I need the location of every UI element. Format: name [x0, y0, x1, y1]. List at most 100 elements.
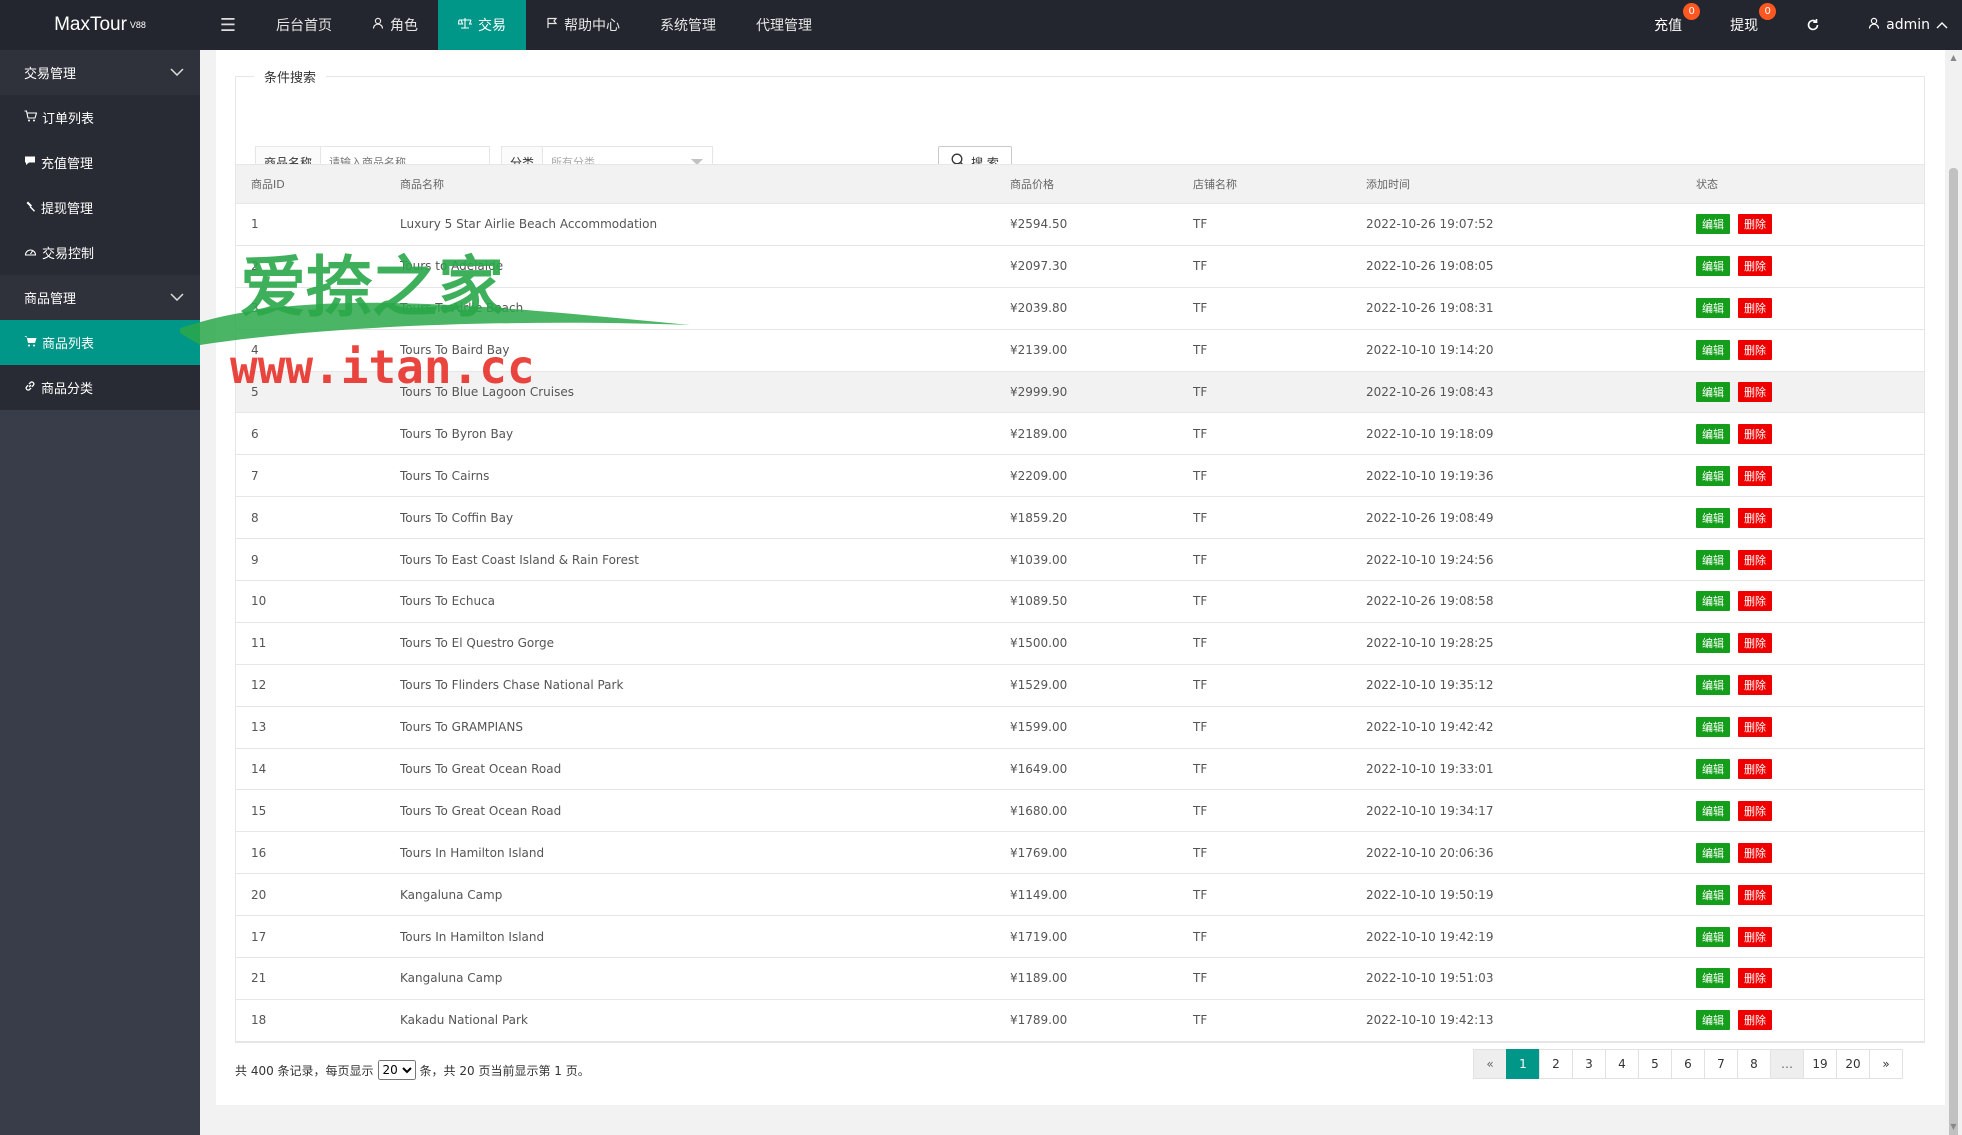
delete-button[interactable]: 删除 [1738, 717, 1772, 738]
cell-id: 12 [251, 678, 267, 693]
edit-button[interactable]: 编辑 [1696, 1010, 1730, 1031]
app-logo[interactable]: MaxTour V88 [0, 0, 200, 50]
nav-role[interactable]: 角色 [352, 0, 438, 50]
hammer-icon [24, 200, 36, 216]
delete-button[interactable]: 删除 [1738, 633, 1772, 654]
pagination-prefix: 共 400 条记录，每页显示 [235, 1063, 374, 1078]
scroll-thumb[interactable] [1949, 168, 1958, 1135]
page-button[interactable]: 20 [1836, 1049, 1870, 1079]
edit-button[interactable]: 编辑 [1696, 800, 1730, 821]
user-menu[interactable]: admin [1844, 0, 1962, 50]
nav-help[interactable]: 帮助中心 [526, 0, 640, 50]
delete-button[interactable]: 删除 [1738, 549, 1772, 570]
page-scrollbar[interactable]: ▲ ▼ [1945, 50, 1962, 1135]
sidebar-item-control[interactable]: 交易控制 [0, 230, 200, 275]
menu-toggle-icon[interactable]: ☰ [200, 0, 256, 50]
page-button[interactable]: 2 [1539, 1049, 1573, 1079]
delete-button[interactable]: 删除 [1738, 214, 1772, 235]
edit-button[interactable]: 编辑 [1696, 675, 1730, 696]
delete-button[interactable]: 删除 [1738, 759, 1772, 780]
refresh-icon[interactable] [1782, 0, 1844, 50]
cell-actions: 编辑 删除 [1681, 790, 1924, 831]
page-button[interactable]: 8 [1737, 1049, 1771, 1079]
edit-button[interactable]: 编辑 [1696, 717, 1730, 738]
sidebar-group-trade[interactable]: 交易管理 [0, 50, 200, 95]
edit-button[interactable]: 编辑 [1696, 759, 1730, 780]
edit-button[interactable]: 编辑 [1696, 340, 1730, 361]
edit-button[interactable]: 编辑 [1696, 968, 1730, 989]
nav-system[interactable]: 系统管理 [640, 0, 736, 50]
cell-time: 2022-10-10 19:42:19 [1366, 929, 1494, 944]
nav-trade[interactable]: 交易 [438, 0, 526, 50]
cell-actions: 编辑 删除 [1681, 204, 1924, 245]
goods-table: 商品ID 商品名称 商品价格 店铺名称 添加时间 状态 1 Luxury 5 St… [235, 164, 1925, 1043]
delete-button[interactable]: 删除 [1738, 926, 1772, 947]
edit-button[interactable]: 编辑 [1696, 633, 1730, 654]
col-header-name: 商品名称 [400, 178, 444, 191]
delete-button[interactable]: 删除 [1738, 884, 1772, 905]
table-row: 7 Tours To Cairns ¥2209.00 TF 2022-10-10 19:… [236, 455, 1924, 498]
edit-button[interactable]: 编辑 [1696, 214, 1730, 235]
page-next-button[interactable]: » [1869, 1049, 1903, 1079]
edit-button[interactable]: 编辑 [1696, 926, 1730, 947]
page-button[interactable]: 1 [1506, 1049, 1540, 1079]
cell-price: ¥1189.00 [1010, 971, 1068, 986]
edit-button[interactable]: 编辑 [1696, 884, 1730, 905]
cell-actions: 编辑 删除 [1681, 832, 1924, 873]
delete-button[interactable]: 删除 [1738, 256, 1772, 277]
delete-button[interactable]: 删除 [1738, 507, 1772, 528]
table-row: 2 Tours to Adelaide ¥2097.30 TF 2022-10-26 1… [236, 245, 1924, 288]
page-button[interactable]: 4 [1605, 1049, 1639, 1079]
cell-price: ¥1529.00 [1010, 678, 1068, 693]
sidebar-item-withdraw[interactable]: 提现管理 [0, 185, 200, 230]
edit-button[interactable]: 编辑 [1696, 842, 1730, 863]
cell-id: 7 [251, 468, 259, 483]
sidebar-item-goods-list[interactable]: 商品列表 [0, 320, 200, 365]
delete-button[interactable]: 删除 [1738, 842, 1772, 863]
cell-actions: 编辑 删除 [1681, 497, 1924, 538]
cell-id: 5 [251, 385, 259, 399]
delete-button[interactable]: 删除 [1738, 423, 1772, 444]
nav-agent[interactable]: 代理管理 [736, 0, 832, 50]
page-size-select[interactable]: 20 [377, 1060, 416, 1080]
edit-button[interactable]: 编辑 [1696, 298, 1730, 319]
cell-time: 2022-10-10 19:50:19 [1366, 887, 1494, 902]
cell-name: Kangaluna Camp [400, 887, 503, 902]
edit-button[interactable]: 编辑 [1696, 591, 1730, 612]
delete-button[interactable]: 删除 [1738, 675, 1772, 696]
page-button[interactable]: 6 [1671, 1049, 1705, 1079]
sidebar-group-goods[interactable]: 商品管理 [0, 275, 200, 320]
edit-button[interactable]: 编辑 [1696, 507, 1730, 528]
delete-button[interactable]: 删除 [1738, 465, 1772, 486]
edit-button[interactable]: 编辑 [1696, 549, 1730, 570]
nav-role-label: 角色 [390, 18, 418, 34]
page-button[interactable]: 3 [1572, 1049, 1606, 1079]
delete-button[interactable]: 删除 [1738, 382, 1772, 402]
scroll-up-icon[interactable]: ▲ [1949, 54, 1958, 62]
scroll-down-icon[interactable]: ▼ [1949, 1123, 1958, 1131]
page-button[interactable]: 7 [1704, 1049, 1738, 1079]
cell-name: Tours To Echuca [400, 594, 496, 609]
delete-button[interactable]: 删除 [1738, 340, 1772, 361]
table-row: 18 Kakadu National Park ¥1789.00 TF 2022-10-… [236, 999, 1924, 1042]
delete-button[interactable]: 删除 [1738, 968, 1772, 989]
recharge-link[interactable]: 充值 0 [1630, 0, 1706, 50]
table-row: 11 Tours To El Questro Gorge ¥1500.00 TF 202… [236, 622, 1924, 665]
nav-home[interactable]: 后台首页 [256, 0, 352, 50]
edit-button[interactable]: 编辑 [1696, 256, 1730, 277]
edit-button[interactable]: 编辑 [1696, 382, 1730, 402]
delete-button[interactable]: 删除 [1738, 1010, 1772, 1031]
sidebar-item-recharge[interactable]: 充值管理 [0, 140, 200, 185]
withdraw-link[interactable]: 提现 0 [1706, 0, 1782, 50]
delete-button[interactable]: 删除 [1738, 800, 1772, 821]
edit-button[interactable]: 编辑 [1696, 465, 1730, 486]
edit-button[interactable]: 编辑 [1696, 423, 1730, 444]
page-prev-button[interactable]: « [1473, 1049, 1507, 1079]
cart-icon [24, 109, 38, 126]
delete-button[interactable]: 删除 [1738, 298, 1772, 319]
delete-button[interactable]: 删除 [1738, 591, 1772, 612]
page-button[interactable]: 19 [1803, 1049, 1837, 1079]
sidebar-item-orders[interactable]: 订单列表 [0, 95, 200, 140]
sidebar-item-goods-category[interactable]: 商品分类 [0, 365, 200, 410]
page-button[interactable]: 5 [1638, 1049, 1672, 1079]
